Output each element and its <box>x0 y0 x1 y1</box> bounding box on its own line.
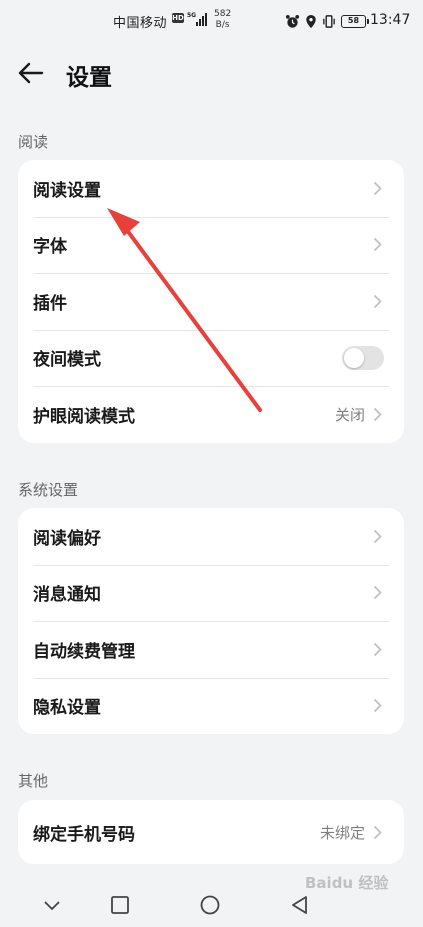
settings-item-plugins[interactable]: 插件 <box>18 273 404 330</box>
settings-item-night-mode: 夜间模式 <box>18 329 404 387</box>
item-label: 自动续费管理 <box>33 641 135 662</box>
speed-value: 582 <box>214 9 232 19</box>
back-arrow-icon <box>18 62 44 84</box>
nav-home-button[interactable] <box>198 894 222 916</box>
vibrate-icon <box>323 14 335 28</box>
annotation-arrow <box>107 208 262 412</box>
header: 设置 <box>0 50 423 96</box>
hd-badge: HD <box>172 13 184 23</box>
network-type: 5G <box>187 12 196 19</box>
settings-item-bind-phone[interactable]: 绑定手机号码 未绑定 <box>18 800 404 864</box>
settings-item-font[interactable]: 字体 <box>18 216 404 274</box>
item-value: 未绑定 <box>319 823 365 842</box>
watermark: Baidu 经验 <box>305 874 389 892</box>
section-label-system: 系统设置 <box>18 481 79 499</box>
back-button[interactable] <box>16 58 48 88</box>
page-title: 设置 <box>66 65 112 91</box>
settings-item-reading-preference[interactable]: 阅读偏好 <box>18 508 404 565</box>
location-icon <box>306 14 316 28</box>
section-label-reading: 阅读 <box>18 133 49 151</box>
chevron-right-icon <box>373 699 382 713</box>
item-label: 插件 <box>33 293 67 314</box>
nav-collapse-button[interactable] <box>40 894 64 916</box>
carrier-name: 中国移动 <box>113 16 168 31</box>
battery-icon: 58 <box>341 14 369 28</box>
system-settings-card: 阅读偏好 消息通知 自动续费管理 隐私设置 <box>18 508 404 734</box>
nav-recent-apps-button[interactable] <box>108 894 132 916</box>
item-label: 护眼阅读模式 <box>33 406 135 427</box>
chevron-right-icon <box>373 586 382 600</box>
chevron-right-icon <box>373 529 382 543</box>
night-mode-toggle[interactable] <box>342 345 384 370</box>
settings-item-notifications[interactable]: 消息通知 <box>18 564 404 622</box>
settings-item-eye-care-mode[interactable]: 护眼阅读模式 关闭 <box>18 386 404 443</box>
chevron-right-icon <box>373 825 382 839</box>
status-bar: 中国移动 HD 5G 582 B/s 58 13:47 <box>0 0 423 42</box>
reading-settings-card: 阅读设置 字体 插件 夜间模式 护眼阅读模式 关闭 <box>18 160 404 443</box>
item-label: 阅读设置 <box>33 180 101 201</box>
chevron-right-icon <box>373 407 382 421</box>
chevron-right-icon <box>373 238 382 252</box>
settings-item-privacy[interactable]: 隐私设置 <box>18 677 404 735</box>
chevron-right-icon <box>373 294 382 308</box>
item-label: 夜间模式 <box>33 350 101 371</box>
item-value: 关闭 <box>334 405 365 424</box>
network-speed: 582 B/s <box>214 9 231 31</box>
item-label: 隐私设置 <box>33 698 101 719</box>
item-label: 绑定手机号码 <box>33 824 135 845</box>
settings-item-auto-renewal[interactable]: 自动续费管理 <box>18 621 404 678</box>
chevron-right-icon <box>373 642 382 656</box>
chevron-right-icon <box>373 181 382 195</box>
section-label-other: 其他 <box>18 772 49 790</box>
signal-icon: 5G <box>187 12 207 26</box>
speed-unit: B/s <box>215 20 230 30</box>
toggle-knob <box>344 347 364 368</box>
clock: 13:47 <box>370 12 411 28</box>
other-settings-card: 绑定手机号码 未绑定 <box>18 800 404 864</box>
item-label: 阅读偏好 <box>33 528 101 549</box>
nav-back-button[interactable] <box>288 894 312 916</box>
status-icons: 58 <box>285 12 369 30</box>
item-label: 字体 <box>33 237 67 258</box>
settings-item-reading-settings[interactable]: 阅读设置 <box>18 160 404 217</box>
alarm-icon <box>285 14 300 28</box>
item-label: 消息通知 <box>33 585 101 606</box>
